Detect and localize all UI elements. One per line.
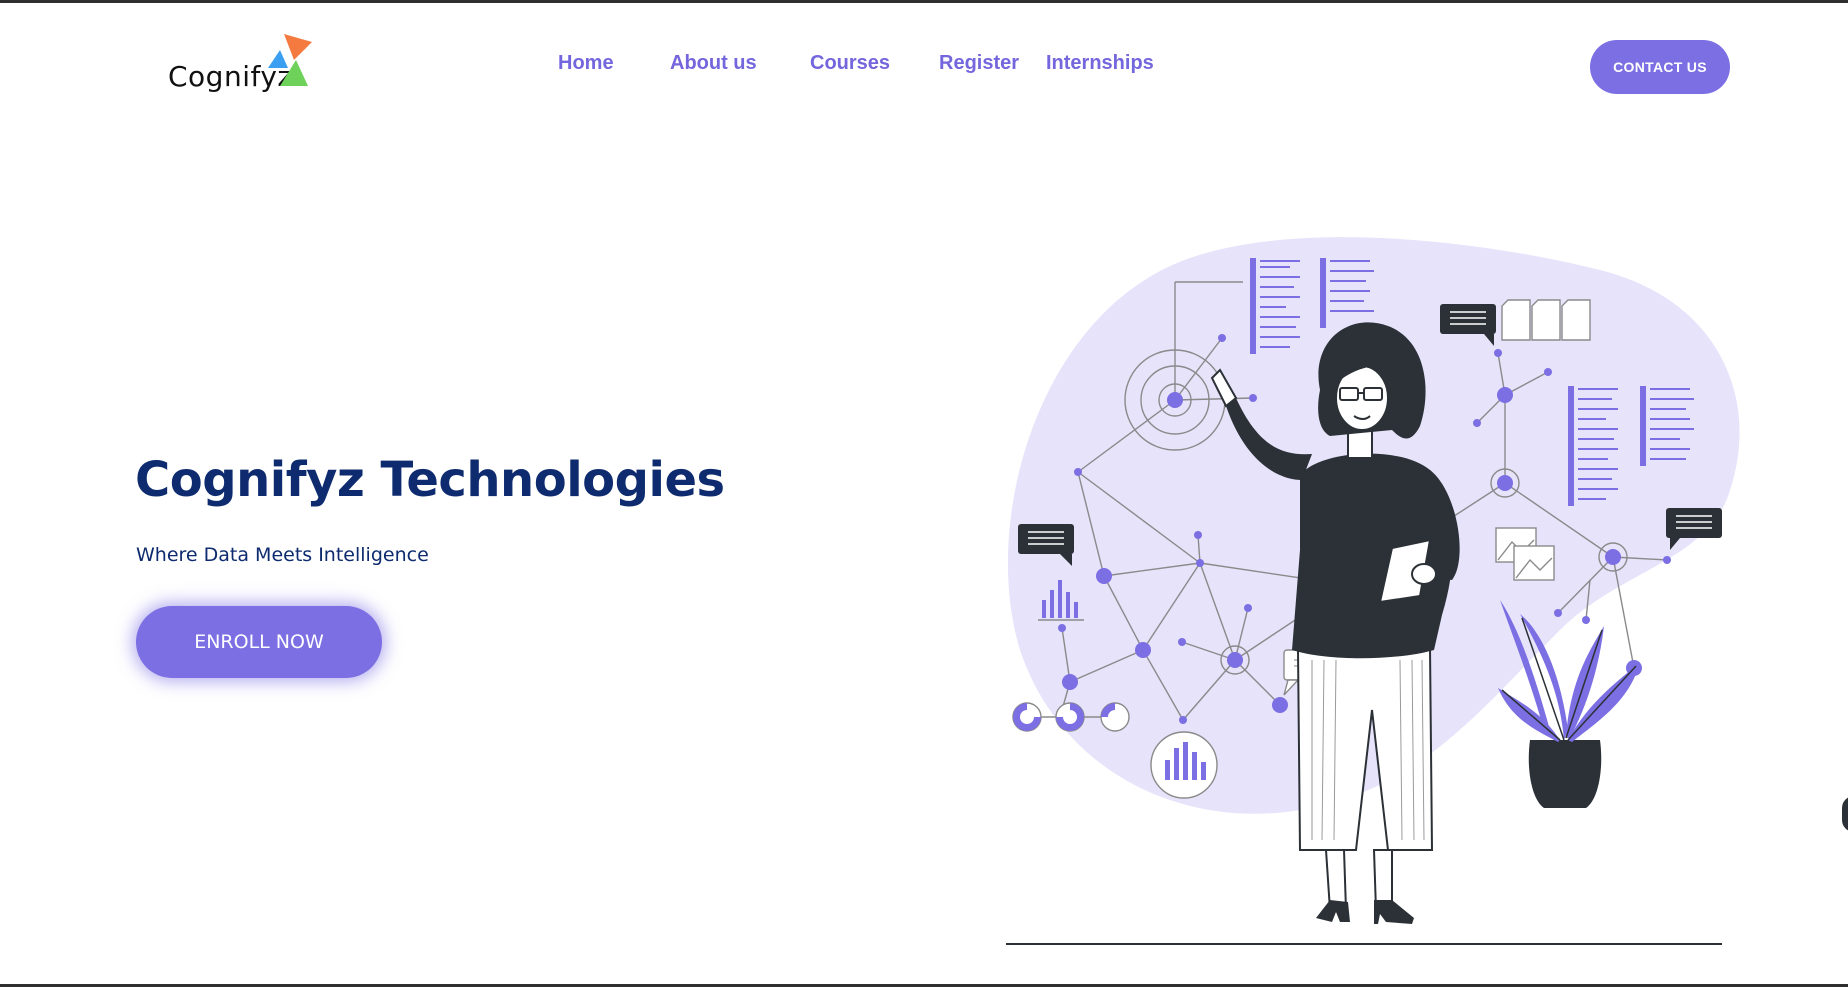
nav-courses[interactable]: Courses — [810, 52, 890, 75]
brand-logo[interactable]: Cognifyz — [168, 30, 328, 100]
donut-chart-icons — [1012, 702, 1130, 732]
nav-about-us[interactable]: About us — [670, 52, 757, 75]
contact-us-button[interactable]: CONTACT US — [1590, 40, 1730, 94]
nav-internships[interactable]: Internships — [1046, 52, 1154, 75]
scroll-widget[interactable] — [1842, 796, 1848, 832]
nav-home[interactable]: Home — [558, 52, 614, 75]
enroll-now-button[interactable]: ENROLL NOW — [136, 606, 382, 678]
nav-register[interactable]: Register — [939, 52, 1019, 75]
hero-subtitle: Where Data Meets Intelligence — [136, 544, 429, 566]
logo-triangles-icon — [268, 34, 312, 86]
document-icon — [1501, 299, 1591, 341]
top-border — [0, 0, 1848, 3]
bar-chart-circle-icon — [1150, 731, 1218, 799]
hero-title: Cognifyz Technologies — [135, 452, 725, 508]
data-network-illustration — [1006, 237, 1740, 945]
